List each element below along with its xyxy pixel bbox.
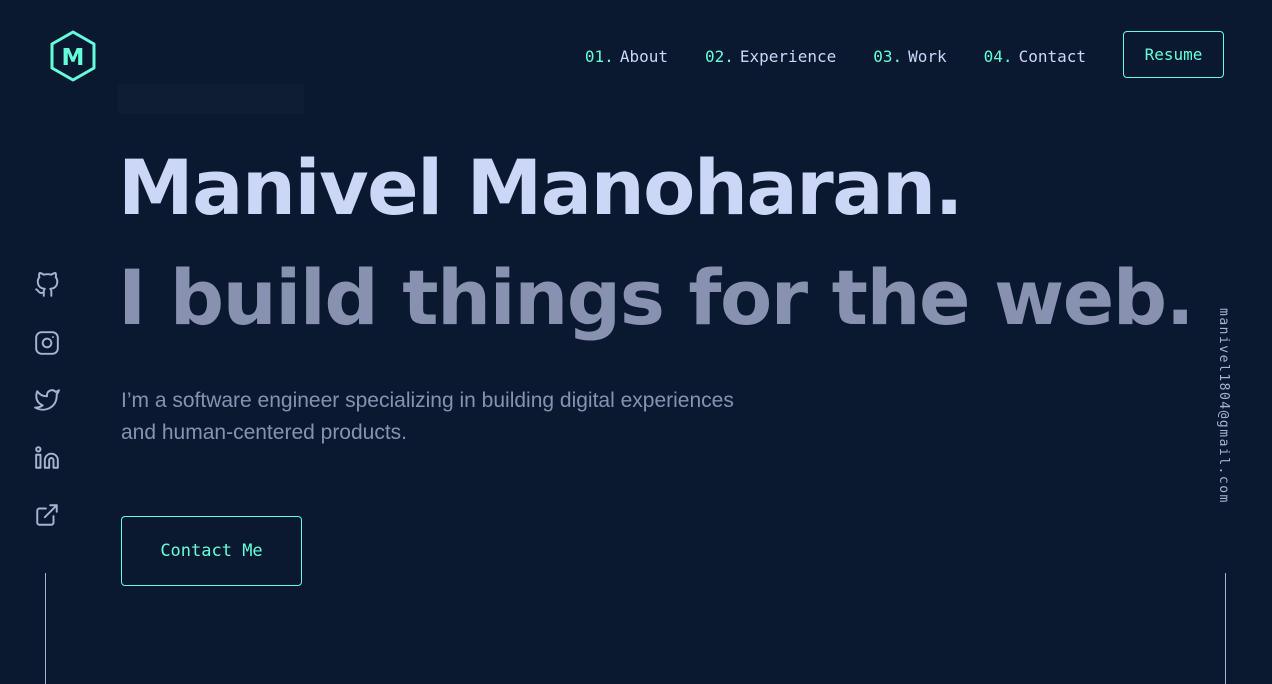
nav-item-experience[interactable]: 02. Experience — [705, 47, 836, 66]
instagram-icon[interactable] — [34, 330, 60, 356]
left-vertical-divider — [45, 573, 46, 684]
logo-letter: M — [62, 45, 85, 71]
right-vertical-divider — [1225, 573, 1226, 684]
nav-label: About — [619, 46, 668, 66]
nav-item-about[interactable]: 01. About — [585, 47, 668, 66]
faded-overlay-block — [118, 84, 304, 114]
github-icon[interactable] — [34, 272, 60, 298]
nav-number: 03. — [873, 46, 903, 66]
contact-me-button[interactable]: Contact Me — [121, 516, 302, 586]
main-nav: 01. About 02. Experience 03. Work 04. Co… — [585, 44, 1086, 68]
external-link-icon[interactable] — [34, 502, 60, 528]
resume-button[interactable]: Resume — [1123, 31, 1224, 78]
nav-item-work[interactable]: 03. Work — [873, 47, 946, 66]
home-logo-link[interactable]: M — [49, 30, 97, 82]
nav-label: Experience — [739, 46, 837, 66]
nav-item-contact[interactable]: 04. Contact — [984, 47, 1086, 66]
nav-number: 04. — [983, 46, 1013, 66]
nav-number: 02. — [704, 46, 734, 66]
twitter-icon[interactable] — [34, 387, 60, 413]
nav-number: 01. — [584, 46, 614, 66]
hero-name-heading: Manivel Manoharan. — [118, 143, 964, 232]
email-link[interactable]: manivel1804@gmail.com — [1216, 308, 1231, 504]
nav-label: Contact — [1018, 46, 1086, 66]
hero-tagline-heading: I build things for the web. — [118, 253, 1195, 342]
hero-description: I’m a software engineer specializing in … — [121, 389, 734, 444]
nav-label: Work — [908, 46, 947, 66]
linkedin-icon[interactable] — [34, 445, 60, 471]
hexagon-logo-icon: M — [50, 30, 96, 82]
